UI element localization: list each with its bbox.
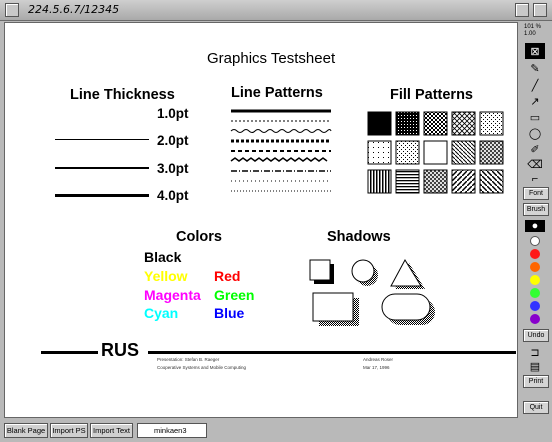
pencil-tool-icon[interactable]: ✎	[525, 60, 545, 76]
thickness-label-2: 2.0pt	[157, 133, 189, 148]
rectangle-tool-icon[interactable]: ▭	[525, 109, 545, 125]
window-title: 224.5.6.7/12345	[28, 3, 120, 16]
credit-date: Mar 17, 1996	[363, 365, 390, 370]
colors-heading: Colors	[176, 229, 222, 245]
color-swatch-purple[interactable]	[530, 314, 540, 324]
import-ps-button[interactable]: Import PS	[50, 423, 88, 438]
window-menu-button[interactable]	[5, 3, 19, 17]
footer-rule-right	[148, 351, 516, 354]
print-button[interactable]: Print	[523, 375, 549, 388]
color-swatch-blue[interactable]	[530, 301, 540, 311]
color-label-green: Green	[214, 287, 255, 303]
thickness-line-2	[55, 139, 149, 140]
bottom-toolbar: Blank Page Import PS Import Text minkaen…	[0, 420, 552, 442]
fill-patterns-heading: Fill Patterns	[390, 87, 473, 103]
line-patterns-heading: Line Patterns	[231, 85, 323, 101]
undo-button[interactable]: Undo	[523, 329, 549, 342]
color-swatch-orange[interactable]	[530, 262, 540, 272]
thickness-line-4	[55, 194, 149, 197]
freehand-tool-icon[interactable]: ✐	[525, 141, 545, 157]
color-swatch-yellow[interactable]	[530, 275, 540, 285]
color-swatch-green[interactable]	[530, 288, 540, 298]
maximize-button[interactable]	[533, 3, 547, 17]
color-swatch-red[interactable]	[530, 249, 540, 259]
whiteboard-canvas[interactable]: Graphics Testsheet Line Thickness 1.0pt …	[4, 22, 518, 418]
import-text-button[interactable]: Import Text	[90, 423, 133, 438]
shadows-heading: Shadows	[327, 229, 391, 245]
brush-color-indicator[interactable]: ●	[525, 220, 545, 232]
color-label-magenta: Magenta	[144, 287, 201, 303]
blank-page-button[interactable]: Blank Page	[4, 423, 48, 438]
brush-button[interactable]: Brush	[523, 203, 549, 216]
eraser-tool-icon[interactable]: ⌫	[525, 156, 545, 172]
rus-logo: RUS	[101, 340, 140, 360]
line-tool-icon[interactable]: ╱	[525, 77, 545, 93]
fill-patterns-graphic	[367, 111, 504, 194]
tool-palette: 101 % 1.00 ⊠ ✎ ╱ ↗ ▭ ◯ ✐ ⌫ ⌐ Font Brush …	[521, 22, 552, 418]
connector-tool-icon[interactable]: ⌐	[525, 171, 545, 187]
color-swatch-white[interactable]	[530, 236, 540, 246]
thickness-label-3: 3.0pt	[157, 161, 189, 176]
color-label-blue: Blue	[214, 305, 245, 321]
thickness-label-1: 1.0pt	[157, 106, 189, 121]
credit-author: Andreas Roser	[363, 357, 394, 362]
credit-line-2: Cooperative Systems and Mobile Computing	[157, 365, 247, 370]
line-thickness-heading: Line Thickness	[70, 87, 175, 103]
font-button[interactable]: Font	[523, 187, 549, 200]
color-label-black: Black	[144, 249, 182, 265]
arrow-tool-icon[interactable]: ↗	[525, 93, 545, 109]
window-titlebar[interactable]: 224.5.6.7/12345	[0, 0, 552, 21]
line-patterns-graphic	[230, 109, 332, 192]
color-label-red: Red	[214, 268, 241, 284]
shadows-graphic	[309, 258, 435, 326]
footer-rule-left	[41, 351, 98, 354]
zoom-label: 101 %	[524, 24, 542, 30]
quit-button[interactable]: Quit	[523, 401, 549, 414]
select-tool-icon[interactable]: ⊠	[525, 43, 545, 59]
color-label-yellow: Yellow	[144, 268, 188, 284]
page-name-field[interactable]: minkaen3	[137, 423, 207, 438]
printer-settings-icon[interactable]: ▤	[525, 358, 545, 374]
thickness-label-4: 4.0pt	[157, 188, 189, 203]
ellipse-tool-icon[interactable]: ◯	[525, 125, 545, 141]
color-label-cyan: Cyan	[144, 305, 179, 321]
scale-label: 1.00	[524, 31, 536, 37]
credit-line-1: Presentation: Stefan B. Raeger	[157, 357, 220, 362]
minimize-button[interactable]	[515, 3, 529, 17]
page-title: Graphics Testsheet	[207, 50, 336, 67]
thickness-line-3	[55, 167, 149, 169]
